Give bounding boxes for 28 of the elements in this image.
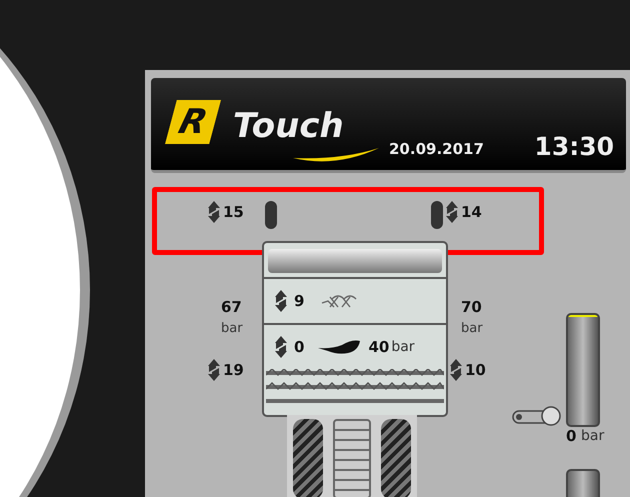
logo-text: Touch — [233, 106, 344, 146]
wing-marker — [431, 201, 443, 229]
height-adjust-icon — [207, 201, 221, 223]
section-count: 15 — [223, 203, 244, 221]
pressure-unit: bar — [461, 321, 483, 336]
height-adjust-icon — [274, 290, 288, 312]
section-count: 9 — [294, 292, 304, 310]
height-adjust-icon — [207, 359, 221, 381]
pressure-unit: bar — [391, 339, 415, 355]
date-text: 20.09.2017 — [389, 140, 484, 158]
height-adjust-icon — [445, 201, 459, 223]
height-adjust-icon — [449, 359, 463, 381]
section-count: 10 — [465, 361, 486, 379]
section-count: 19 — [223, 361, 244, 379]
gauge-value: 0 — [566, 427, 576, 445]
pressure-value: 67 — [221, 298, 242, 316]
section-count: 0 — [294, 338, 304, 356]
height-adjust-icon — [274, 336, 288, 358]
belt-drive-icon — [511, 405, 563, 427]
gauge-unit: bar — [581, 428, 604, 444]
pressure-value: 40 — [368, 338, 390, 356]
logo-letter: R — [165, 100, 221, 144]
pressure-value: 70 — [461, 298, 482, 316]
coulter-icon — [318, 339, 362, 355]
section-count: 14 — [461, 203, 482, 221]
wing-marker — [265, 201, 277, 229]
pressure-unit: bar — [221, 321, 243, 336]
time-text: 13:30 — [534, 132, 614, 161]
